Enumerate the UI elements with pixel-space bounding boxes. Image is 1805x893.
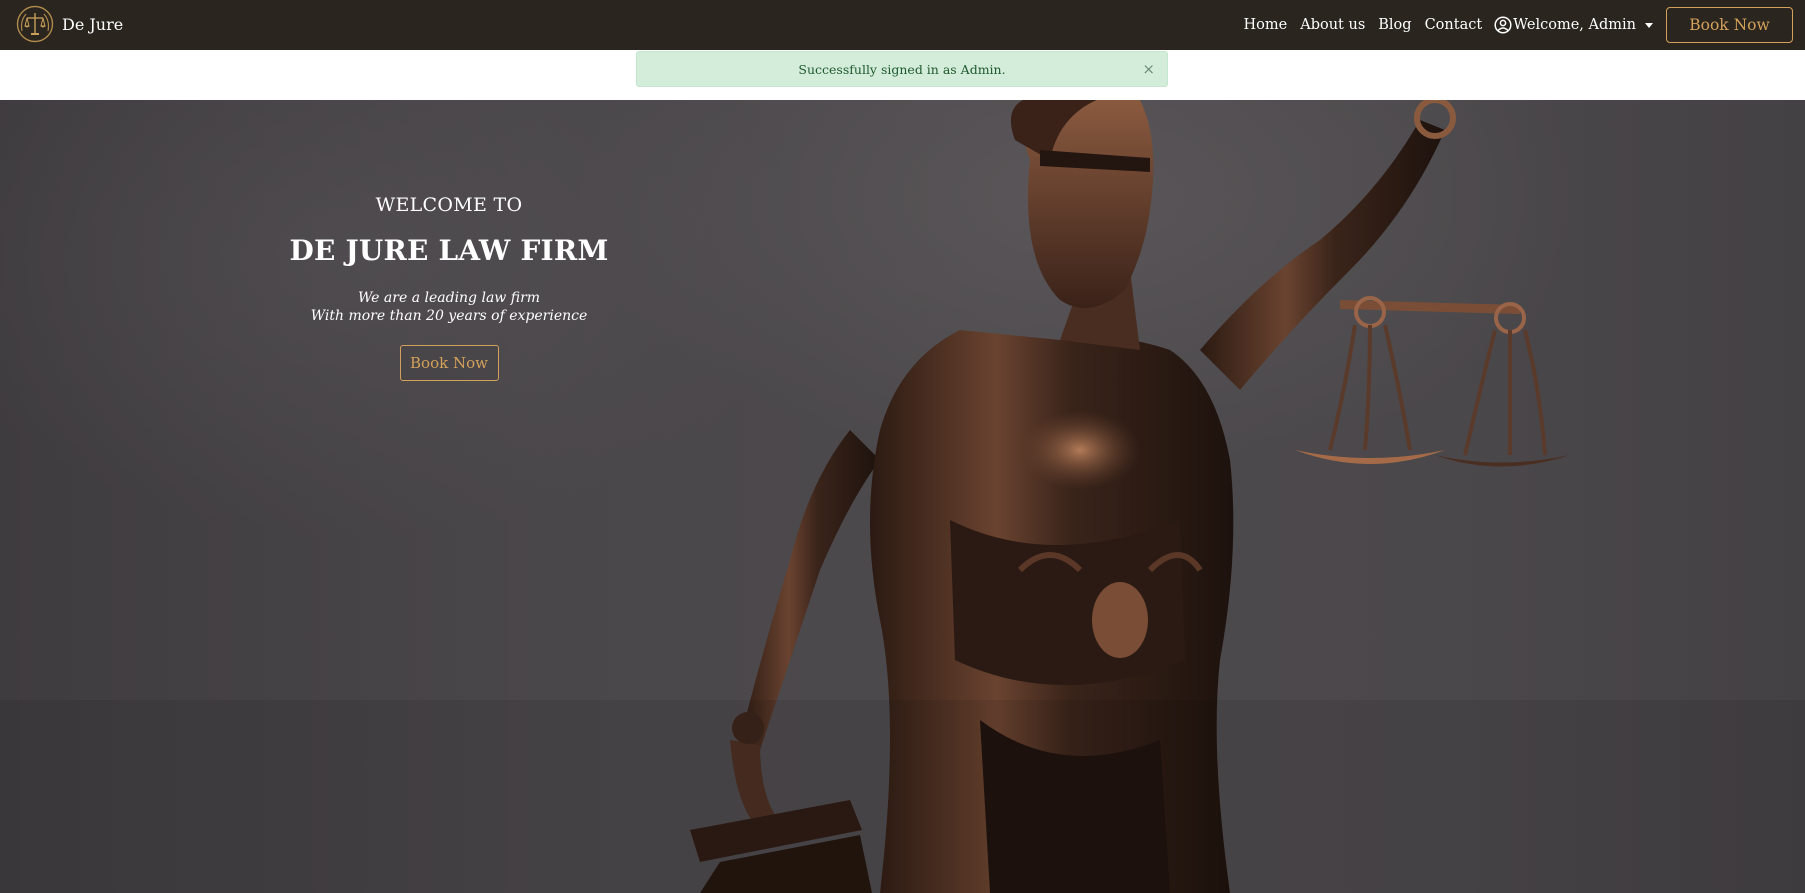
alert-message: Successfully signed in as Admin. [798,61,1006,77]
hero-welcome: WELCOME TO [375,194,523,216]
close-icon[interactable]: × [1142,60,1155,78]
user-circle-icon [1494,16,1512,34]
user-menu-dropdown[interactable]: Welcome, Admin [1494,16,1653,34]
nav-link-home[interactable]: Home [1244,17,1288,33]
user-menu-label: Welcome, Admin [1513,17,1636,33]
hero-subtitle-line1: We are a leading law firm [357,290,541,306]
hero-subtitle-line2: With more than 20 years of experience [310,308,588,324]
success-alert: Successfully signed in as Admin. × [636,51,1168,87]
hero-book-now-button[interactable]: Book Now [399,345,499,381]
caret-down-icon [1645,23,1653,28]
alert-container: Successfully signed in as Admin. × [0,50,1805,100]
top-navbar: De Jure Home About us Blog Contact Welco… [0,0,1805,50]
hero-text-block: WELCOME TO DE JURE LAW FIRM We are a lea… [249,194,649,381]
nav-links: Home About us Blog Contact Welcome, Admi… [1231,0,1653,50]
nav-link-about[interactable]: About us [1300,17,1365,33]
hero-title: DE JURE LAW FIRM [289,234,609,267]
brand-link[interactable]: De Jure [16,5,123,43]
hero-subtitle: We are a leading law firm With more than… [249,289,649,325]
nav-link-blog[interactable]: Blog [1378,17,1411,33]
nav-link-contact[interactable]: Contact [1425,17,1483,33]
hero-section: WELCOME TO DE JURE LAW FIRM We are a lea… [0,100,1805,893]
scales-of-justice-icon [16,5,54,43]
navbar-book-now-button[interactable]: Book Now [1666,7,1793,43]
brand-name: De Jure [62,14,124,34]
